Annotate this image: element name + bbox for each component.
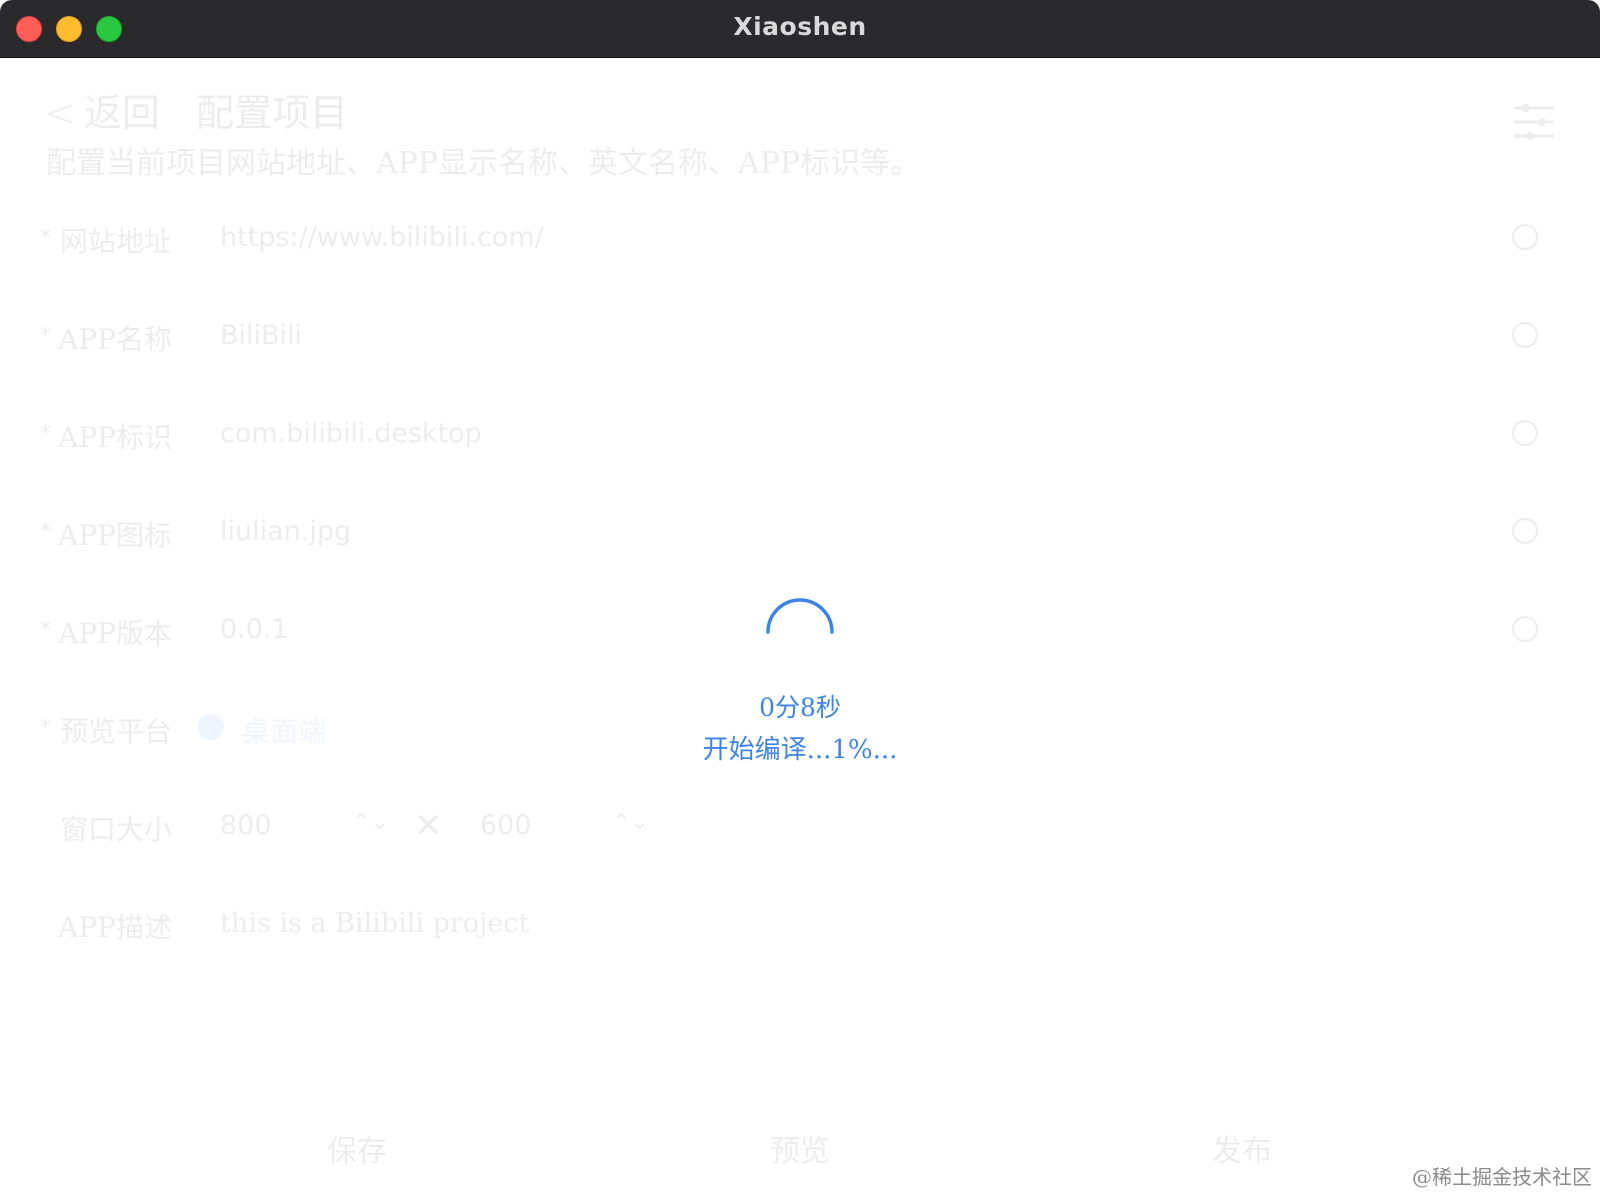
required-mark: *	[40, 324, 51, 349]
app-name-label: APP名称	[58, 323, 172, 356]
clear-icon[interactable]	[1512, 616, 1538, 642]
title-bar: Xiaoshen	[0, 0, 1600, 58]
app-icon-label: APP图标	[58, 519, 172, 552]
required-mark: *	[40, 618, 51, 643]
clear-icon[interactable]	[1512, 322, 1538, 348]
required-mark: *	[40, 226, 51, 251]
description-row: APP描述 this is a Bilibili project	[0, 906, 1600, 966]
app-id-input[interactable]: com.bilibili.desktop	[220, 418, 482, 449]
elapsed-time: 0分8秒	[759, 693, 841, 722]
loading-spinner-icon	[766, 598, 834, 634]
website-label: 网站地址	[59, 225, 172, 258]
back-button[interactable]: < 返回	[44, 82, 160, 137]
height-input[interactable]: 600	[480, 810, 532, 841]
clear-icon[interactable]	[1512, 420, 1538, 446]
app-version-input[interactable]: 0.0.1	[220, 614, 289, 645]
app-icon-input[interactable]: liulian.jpg	[220, 516, 351, 547]
app-name-row: * APP名称 BiliBili	[0, 318, 1600, 378]
app-icon-row: * APP图标 liulian.jpg	[0, 514, 1600, 574]
compile-status: 开始编译...1%...	[702, 735, 898, 765]
publish-button[interactable]: 发布	[1172, 1126, 1312, 1170]
website-input[interactable]: https://www.bilibili.com/	[220, 222, 544, 253]
window-size-label: 窗口大小	[59, 813, 172, 846]
window-title: Xiaoshen	[733, 12, 867, 41]
watermark: @稀土掘金技术社区	[1412, 1165, 1592, 1189]
page-title: 配置项目	[196, 91, 349, 135]
required-mark: *	[40, 520, 51, 545]
preview-button[interactable]: 预览	[730, 1126, 870, 1170]
app-name-input[interactable]: BiliBili	[220, 320, 302, 351]
save-button[interactable]: 保存	[287, 1126, 427, 1170]
description-label: APP描述	[58, 911, 172, 944]
height-stepper-icon[interactable]: ⌃⌄	[612, 810, 649, 835]
app-id-label: APP标识	[58, 421, 172, 454]
required-mark: *	[40, 422, 51, 447]
app-version-label: APP版本	[58, 617, 172, 650]
app-window: Xiaoshen < 返回 配置项目 配置当前项目网站地址、APP显示名称、英文名…	[0, 0, 1600, 1200]
description-input[interactable]: this is a Bilibili project	[220, 908, 529, 939]
website-row: * 网站地址 https://www.bilibili.com/	[0, 220, 1600, 280]
clear-icon[interactable]	[1512, 518, 1538, 544]
chevron-left-icon: <	[44, 91, 76, 135]
page-subtitle: 配置当前项目网站地址、APP显示名称、英文名称、APP标识等。	[46, 146, 921, 181]
sliders-icon[interactable]	[1512, 102, 1556, 142]
width-stepper-icon[interactable]: ⌃⌄	[352, 810, 389, 835]
width-input[interactable]: 800	[220, 810, 272, 841]
back-label: 返回	[83, 91, 160, 135]
clear-icon[interactable]	[1512, 224, 1538, 250]
times-icon: ✕	[414, 806, 443, 846]
window-size-row: 窗口大小 800 ⌃⌄ ✕ 600 ⌃⌄	[0, 806, 1600, 868]
app-id-row: * APP标识 com.bilibili.desktop	[0, 416, 1600, 476]
